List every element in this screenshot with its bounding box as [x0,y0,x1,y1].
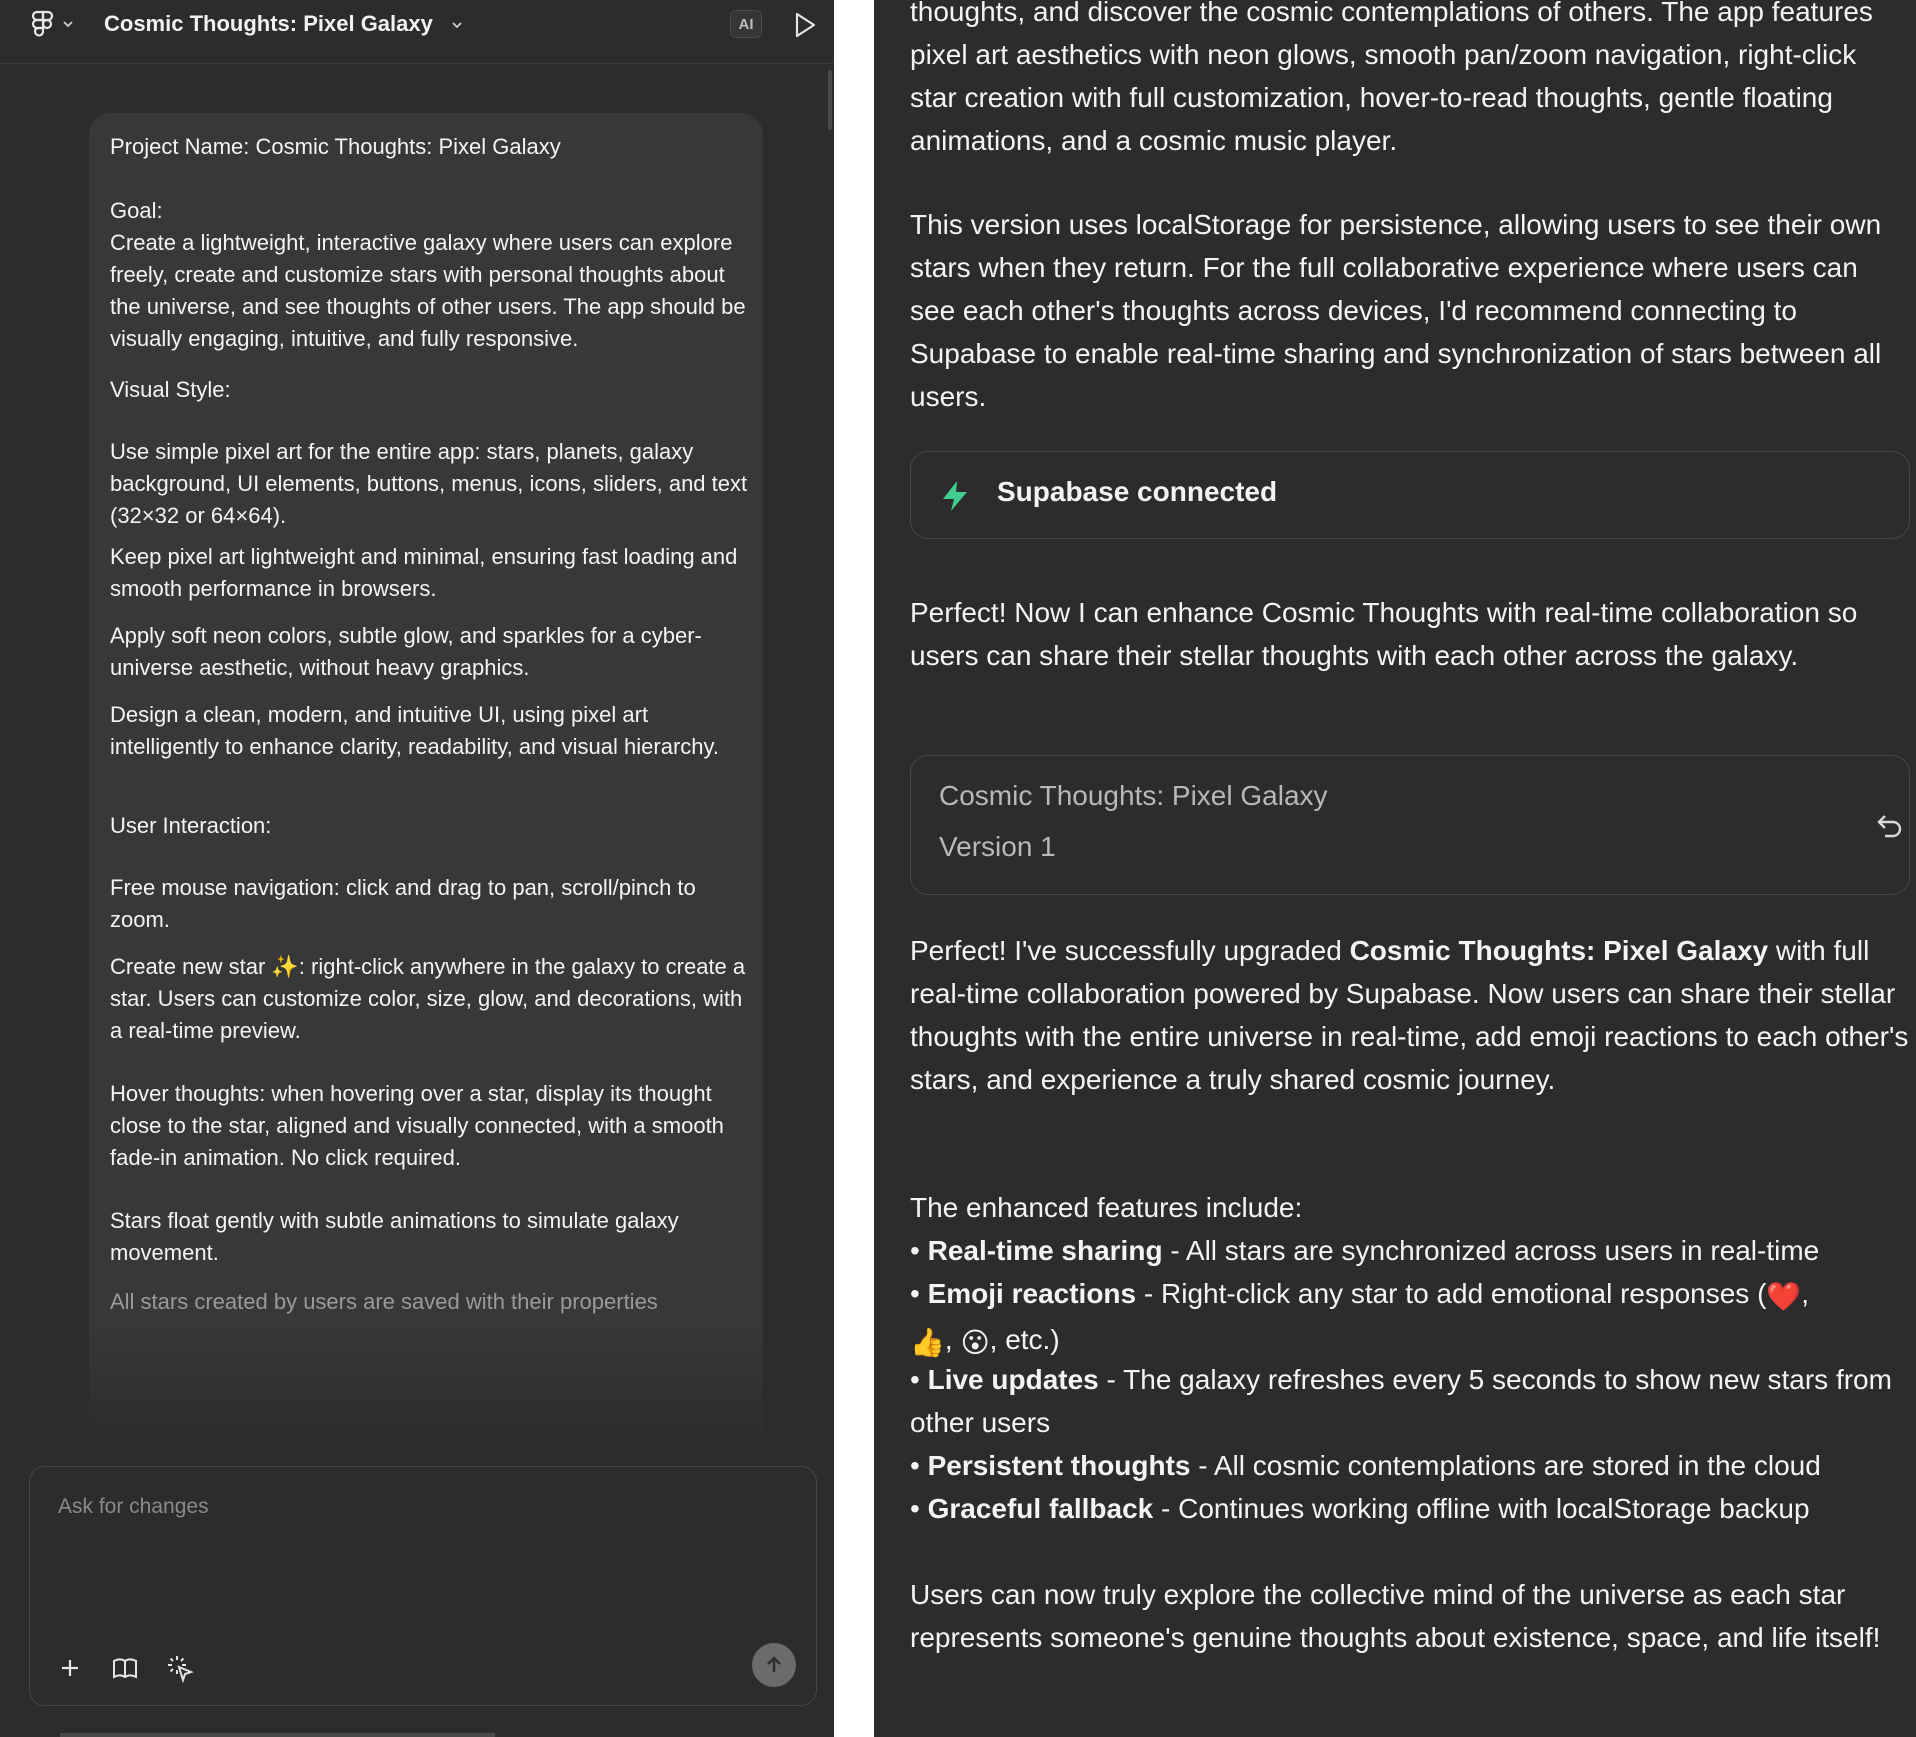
restore-undo-icon[interactable] [1871,808,1907,844]
select-cursor-icon[interactable] [165,1653,195,1683]
version-card[interactable]: Cosmic Thoughts: Pixel Galaxy Version 1 [910,755,1910,895]
feature-sep: - [1153,1493,1179,1524]
feature-sep: - [1136,1278,1161,1309]
panel-divider [834,0,874,1737]
interaction-item: Hover thoughts: when hovering over a sta… [110,1081,724,1170]
bullet: • [910,1450,920,1481]
feature-desc: All cosmic contemplations are stored in … [1213,1450,1821,1481]
visual-style-item: Design a clean, modern, and intuitive UI… [110,702,719,759]
heart-emoji-icon: ❤️ [1766,1281,1802,1312]
feature-desc: Right-click any star to add emotional re… [1161,1278,1767,1309]
assistant-response-panel: thoughts, and discover the cosmic contem… [874,0,1916,1737]
visual-style-item: Apply soft neon colors, subtle glow, and… [110,623,702,680]
feature-item: • Graceful fallback - Continues working … [910,1487,1910,1530]
bullet: • [910,1364,920,1395]
chat-composer[interactable]: Ask for changes [29,1466,817,1706]
chat-panel: Cosmic Thoughts: Pixel Galaxy AI Project… [0,0,834,1737]
sparkles-emoji-icon: ✨ [271,954,299,979]
project-name-line: Project Name: Cosmic Thoughts: Pixel Gal… [110,134,561,159]
closing-paragraph: Users can now truly explore the collecti… [910,1579,1881,1653]
version-number: Version 1 [939,831,1056,862]
bullet: • [910,1278,920,1309]
interaction-text: Create new star [110,954,272,979]
plus-icon[interactable] [55,1653,85,1683]
feature-item: • Emoji reactions - Right-click any star… [910,1272,1910,1364]
bullet: • [910,1235,920,1266]
localstorage-paragraph: This version uses localStorage for persi… [910,209,1882,412]
supabase-status-card[interactable]: Supabase connected [910,451,1910,539]
fade-overlay [89,1323,763,1453]
cutoff-text: All stars created by users are saved wit… [110,1289,658,1314]
visual-style-item: Use simple pixel art for the entire app:… [110,439,748,528]
version-title: Cosmic Thoughts: Pixel Galaxy [939,780,1328,811]
book-icon[interactable] [110,1653,140,1683]
arrow-up-icon [767,1656,781,1672]
supabase-bolt-icon [943,481,967,511]
upgrade-project-name: Cosmic Thoughts: Pixel Galaxy [1349,935,1769,966]
interaction-item: Free mouse navigation: click and drag to… [110,875,696,932]
visual-style-heading: Visual Style: [110,377,231,402]
feature-name: Persistent thoughts [927,1450,1191,1481]
title-chevron-down-icon[interactable] [450,18,464,32]
feature-name: Emoji reactions [927,1278,1137,1309]
feature-item: • Live updates - The galaxy refreshes ev… [910,1358,1910,1444]
features-heading: The enhanced features include: [910,1192,1303,1223]
feature-sep: - [1190,1450,1214,1481]
upgrade-text: Perfect! I've successfully upgraded [910,935,1350,966]
feature-desc: All stars are synchronized across users … [1185,1235,1820,1266]
feature-sep: - [1098,1364,1124,1395]
scrollbar-thumb[interactable] [828,70,832,130]
perfect-paragraph: Perfect! Now I can enhance Cosmic Though… [910,597,1858,671]
play-icon[interactable] [792,10,818,40]
chevron-down-icon[interactable] [62,18,74,30]
chat-header: Cosmic Thoughts: Pixel Galaxy AI [0,0,834,64]
upgrade-paragraph: Perfect! I've successfully upgraded Cosm… [910,929,1910,1101]
ai-badge-button[interactable]: AI [730,10,762,38]
feature-item: • Real-time sharing - All stars are sync… [910,1229,1910,1272]
feature-name: Real-time sharing [927,1235,1163,1266]
intro-paragraph: thoughts, and discover the cosmic contem… [910,0,1873,156]
feature-name: Live updates [927,1364,1099,1395]
goal-heading: Goal: [110,198,163,223]
interaction-item: Create new star ✨: right-click anywhere … [110,951,750,1047]
interaction-item: Stars float gently with subtle animation… [110,1208,679,1265]
project-title[interactable]: Cosmic Thoughts: Pixel Galaxy [104,11,433,37]
user-interaction-heading: User Interaction: [110,813,272,838]
ask-for-changes-input[interactable]: Ask for changes [58,1495,209,1519]
figma-logo-icon[interactable] [30,10,56,40]
feature-sep: - [1162,1235,1186,1266]
feature-item: • Persistent thoughts - All cosmic conte… [910,1444,1910,1487]
bullet: • [910,1493,920,1524]
goal-text: Create a lightweight, interactive galaxy… [110,230,746,351]
send-button[interactable] [752,1643,796,1687]
feature-desc: Continues working offline with localStor… [1178,1493,1810,1524]
user-prompt-message: Project Name: Cosmic Thoughts: Pixel Gal… [89,113,763,1453]
visual-style-item: Keep pixel art lightweight and minimal, … [110,544,738,601]
supabase-connected-label: Supabase connected [997,476,1278,507]
feature-desc: , etc.) [989,1324,1060,1355]
horizontal-scrollbar[interactable] [60,1733,495,1737]
feature-name: Graceful fallback [927,1493,1154,1524]
